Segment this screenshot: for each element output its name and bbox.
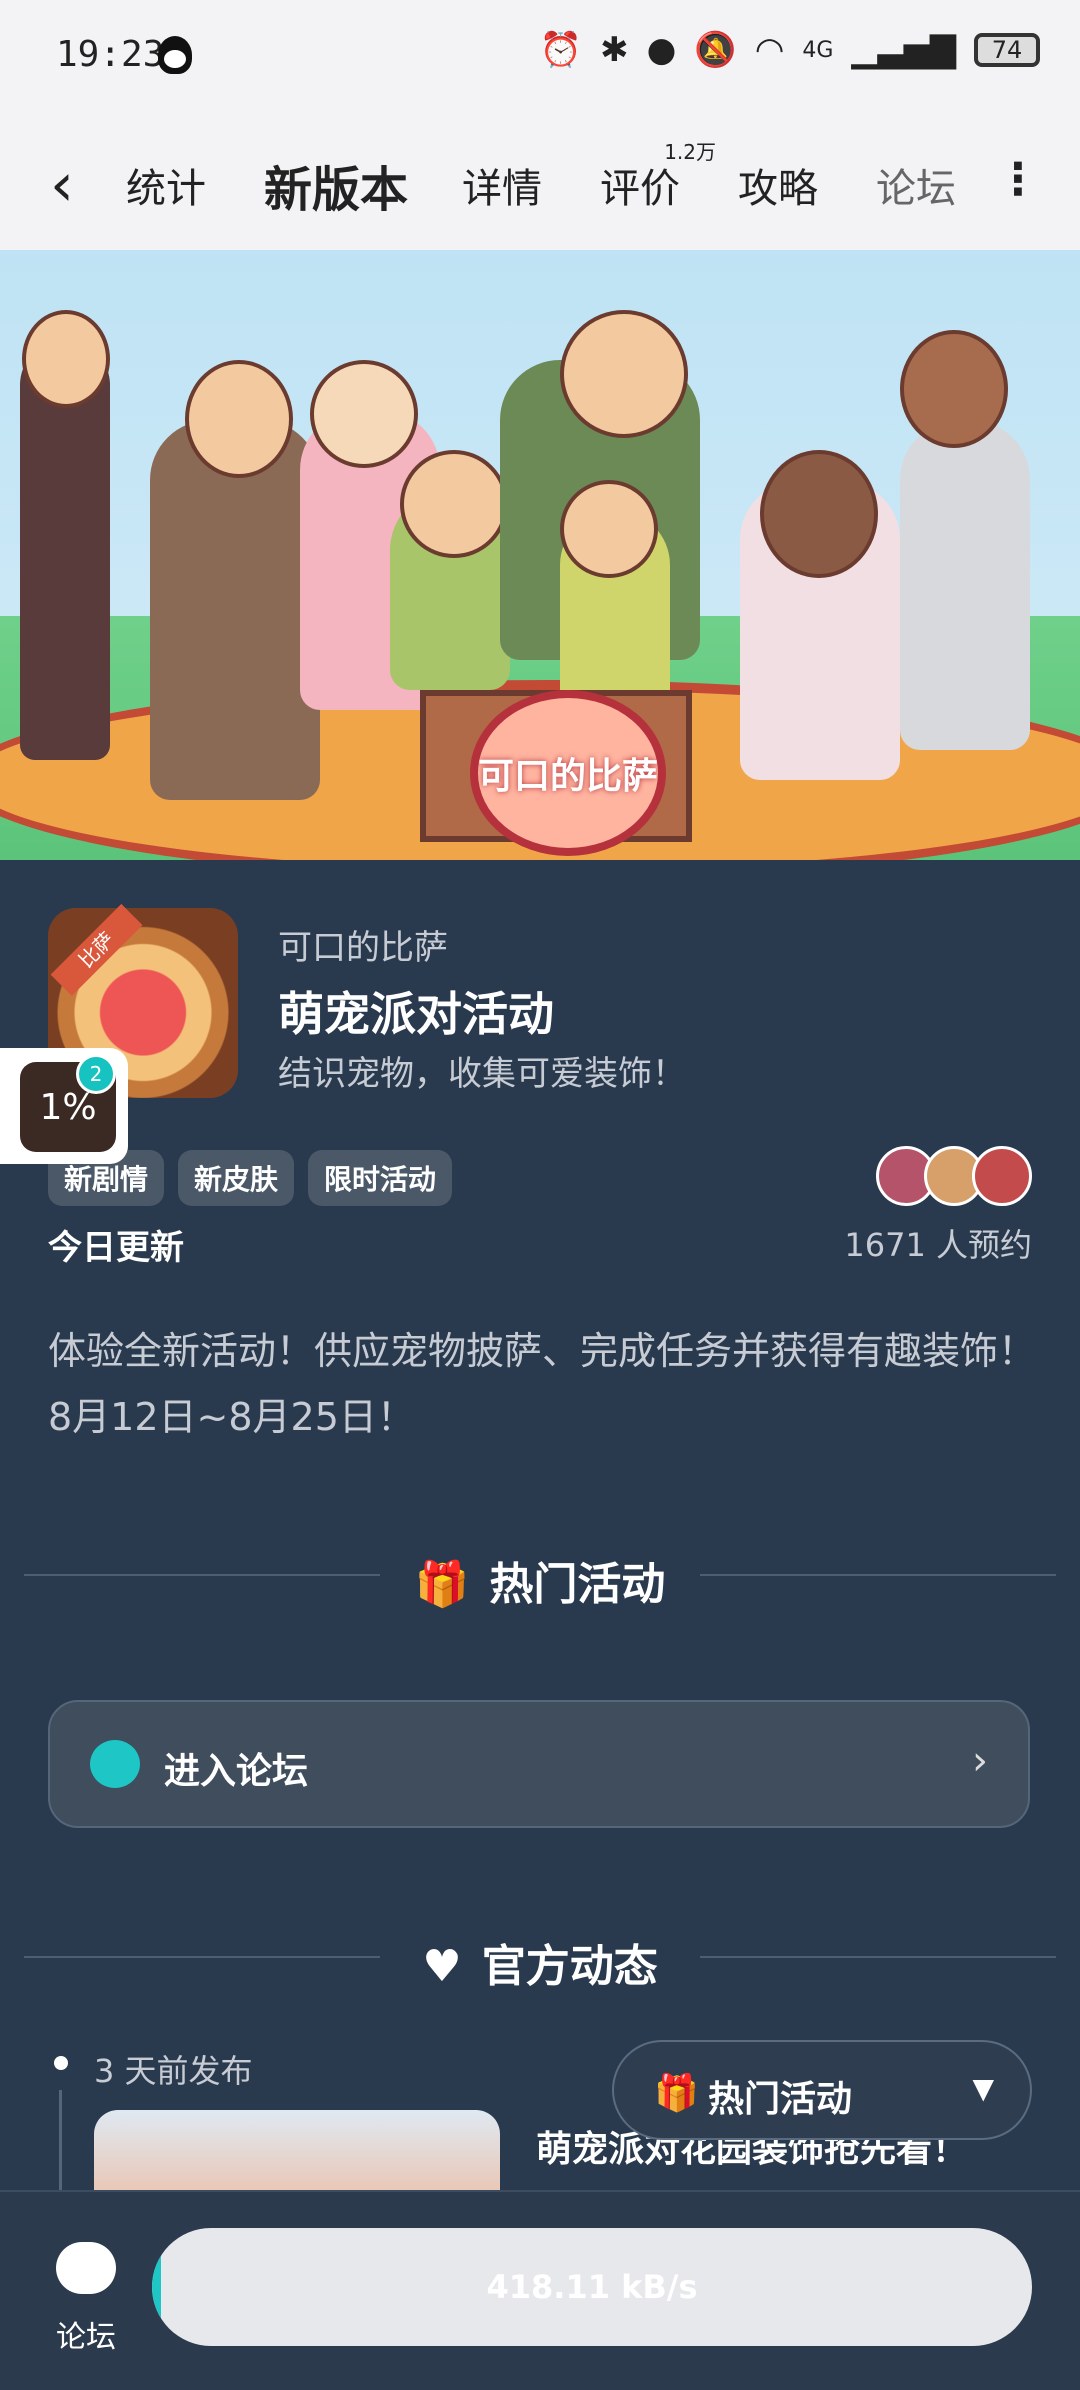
character-head: [560, 310, 688, 438]
status-icons: ⏰ ✱ ● 🔕 ◠ 4G ▁▃▅▇ 74: [540, 30, 1040, 70]
network-label: 4G: [802, 37, 834, 63]
event-title: 萌宠派对活动: [278, 987, 554, 1041]
status-time: 19:23: [56, 34, 165, 75]
event-description: 体验全新活动！供应宠物披萨、完成任务并获得有趣装饰！8月12日~8月25日！: [48, 1329, 1037, 1439]
chat-bubble-icon: [90, 1740, 140, 1788]
floating-download-widget[interactable]: 1% 2: [0, 1048, 128, 1164]
caret-down-icon: ▼: [972, 2072, 994, 2105]
tag-limited-event[interactable]: 限时活动: [308, 1150, 453, 1206]
character-illustration: [900, 420, 1030, 750]
avatar: [972, 1146, 1032, 1206]
post-thumbnail[interactable]: [94, 2110, 500, 2190]
bluetooth-icon: ✱: [600, 30, 629, 70]
forum-nav-label[interactable]: 论坛: [56, 2312, 116, 2356]
section-title: 热门活动: [489, 1559, 666, 1610]
wifi-icon: ◠: [754, 30, 785, 70]
timeline-dot: [54, 2056, 68, 2070]
game-name: 可口的比萨: [278, 928, 448, 968]
qq-icon: [158, 36, 192, 74]
post-time: 3 天前发布: [94, 2052, 253, 2090]
notification-badge: 2: [76, 1054, 116, 1094]
hot-events-label: 热门活动: [708, 2079, 853, 2120]
tab-stats[interactable]: 统计: [126, 156, 206, 214]
tab-label: 评价: [600, 166, 680, 212]
status-bar: 19:23 ⏰ ✱ ● 🔕 ◠ 4G ▁▃▅▇ 74: [0, 0, 1080, 116]
section-hot-events: 🎁 热门活动: [24, 1544, 1056, 1610]
gift-icon: 🎁: [654, 2073, 699, 2114]
download-speed: 418.11 kB/s: [486, 2268, 698, 2306]
tab-new-version[interactable]: 新版本: [258, 150, 415, 220]
alarm-icon: ⏰: [539, 30, 583, 70]
event-banner[interactable]: 可口的比萨: [0, 250, 1080, 860]
tab-guides[interactable]: 攻略: [738, 156, 818, 214]
reviews-count-badge: 1.2万: [664, 140, 716, 164]
timeline-line: [59, 2090, 62, 2190]
tab-bar: ‹ 统计 新版本 详情 评价 1.2万 攻略 论坛 ⋮: [0, 116, 1080, 250]
hot-events-dropdown[interactable]: 🎁 热门活动 ▼: [612, 2040, 1032, 2140]
tab-details[interactable]: 详情: [462, 156, 542, 214]
reserver-avatars[interactable]: [876, 1146, 1032, 1206]
heart-icon: ♥: [422, 1941, 462, 1992]
section-official-news: ♥ 官方动态: [24, 1926, 1056, 1992]
character-head: [310, 360, 418, 468]
character-head: [900, 330, 1008, 448]
bottom-bar: 论坛 418.11 kB/s: [0, 2190, 1080, 2390]
enter-forum-label: 进入论坛: [164, 1751, 309, 1792]
tab-forum[interactable]: 论坛: [876, 156, 956, 214]
forum-icon[interactable]: [56, 2242, 116, 2294]
more-icon[interactable]: ⋮: [996, 154, 1040, 205]
enter-forum-button[interactable]: 进入论坛 ›: [48, 1700, 1030, 1828]
banner-logo: 可口的比萨: [470, 690, 666, 856]
back-icon[interactable]: ‹: [50, 150, 74, 220]
update-label: 今日更新: [48, 1228, 184, 1268]
character-head: [760, 450, 878, 578]
event-subtitle: 结识宠物，收集可爱装饰！: [278, 1054, 686, 1094]
app-icon-ribbon: 比萨: [50, 903, 143, 996]
reservation-count: 1671 人预约: [844, 1226, 1032, 1264]
character-head: [400, 450, 508, 558]
tab-label: 攻略: [738, 166, 818, 212]
character-head: [185, 360, 293, 478]
chevron-right-icon: ›: [972, 1738, 988, 1784]
tab-label: 新版本: [264, 162, 409, 218]
signal-icon: ▁▃▅▇: [851, 30, 956, 70]
section-title: 官方动态: [481, 1941, 658, 1992]
tab-label: 详情: [462, 166, 542, 212]
tab-reviews[interactable]: 评价 1.2万: [600, 140, 716, 214]
location-icon: ●: [646, 30, 677, 70]
tag-new-skin[interactable]: 新皮肤: [178, 1150, 295, 1206]
gift-icon: 🎁: [414, 1559, 470, 1610]
character-head: [560, 480, 658, 578]
tab-label: 统计: [126, 166, 206, 212]
mute-icon: 🔕: [694, 30, 737, 70]
download-progress-button[interactable]: 418.11 kB/s: [152, 2228, 1032, 2346]
tab-label: 论坛: [876, 166, 956, 212]
battery-icon: 74: [974, 33, 1040, 67]
character-head: [22, 310, 110, 408]
